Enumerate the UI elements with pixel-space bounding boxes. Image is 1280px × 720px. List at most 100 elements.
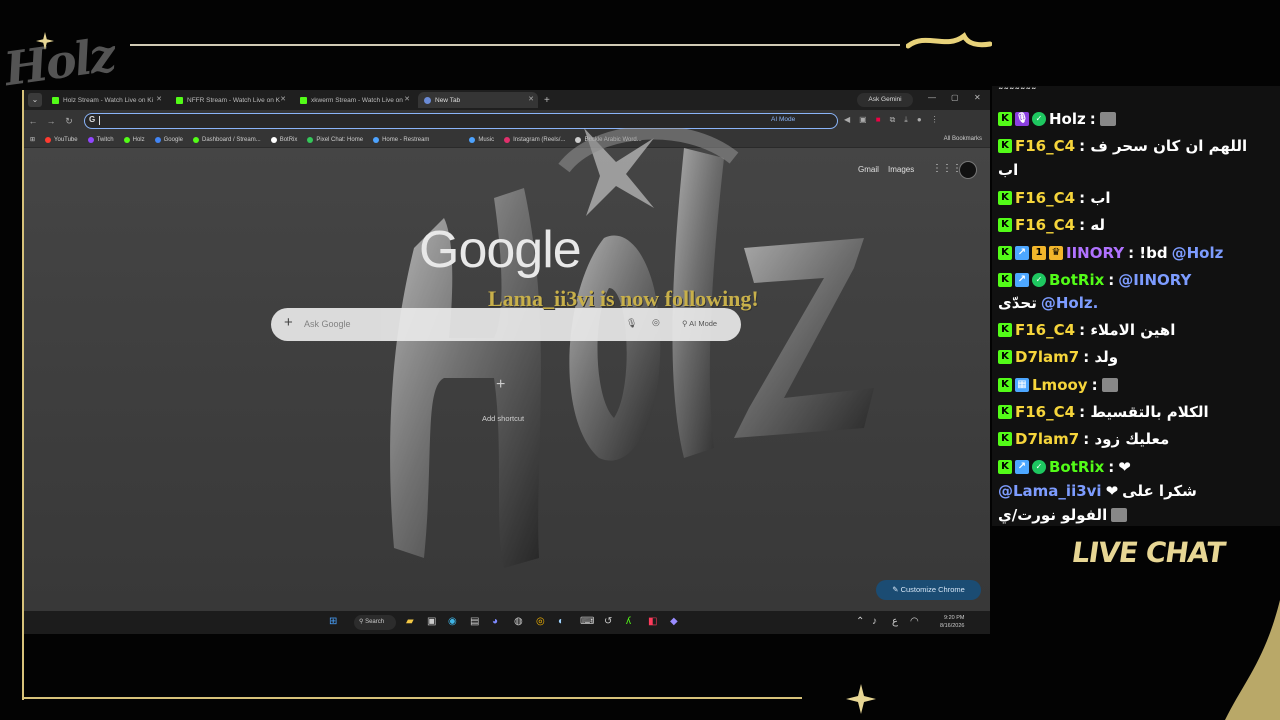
- close-icon[interactable]: ✕: [528, 95, 534, 103]
- all-bookmarks[interactable]: All Bookmarks: [944, 136, 982, 142]
- screenshot-icon[interactable]: ▣: [859, 115, 867, 125]
- extensions-icon[interactable]: ⧉: [890, 115, 896, 125]
- bookmark-twitch[interactable]: Twitch: [87, 136, 114, 143]
- kick-badge-icon: K: [998, 273, 1012, 287]
- bookmark-botrix[interactable]: BotRix: [270, 136, 297, 143]
- live-chat-panel: ˜˜˜˜˜˜˜ K 🎙 ✓ Holz : K F16_C4 : اللهم ان…: [992, 86, 1280, 526]
- bookmark-dashboard[interactable]: Dashboard / Stream...: [193, 136, 261, 143]
- ai-mode-button[interactable]: ⚲ AI Mode: [682, 319, 717, 328]
- omnibox-ai-mode-button[interactable]: AI Mode: [771, 116, 795, 123]
- chat-username[interactable]: Lmooy: [1032, 376, 1088, 394]
- chat-username[interactable]: BotRix: [1049, 458, 1104, 476]
- mic-icon[interactable]: 🎙: [626, 318, 637, 329]
- menu-icon[interactable]: ⋮: [931, 115, 939, 125]
- chat-username[interactable]: F16_C4: [1015, 137, 1075, 155]
- chat-mention[interactable]: @Holz: [1172, 244, 1224, 262]
- ask-gemini-button[interactable]: Ask Gemini: [857, 93, 913, 107]
- chat-message: K F16_C4 : اللهم ان كان سحر ف: [998, 137, 1247, 155]
- tab-new-tab[interactable]: New Tab ✕: [418, 92, 538, 108]
- add-shortcut-label[interactable]: Add shortcut: [482, 414, 524, 423]
- tab-holz-stream[interactable]: Holz Stream - Watch Live on Ki ✕: [46, 92, 166, 108]
- gmail-link[interactable]: Gmail: [858, 165, 879, 174]
- tray-chevron-icon[interactable]: ⌃: [856, 616, 864, 627]
- calculator-icon[interactable]: ▤: [470, 616, 479, 627]
- taskbar-search[interactable]: ⚲ Search: [354, 615, 396, 630]
- chat-username[interactable]: F16_C4: [1015, 216, 1075, 234]
- tab-xkwerm-stream[interactable]: xkwerm Stream - Watch Live on ✕: [294, 92, 414, 108]
- bookmark-youtube[interactable]: YouTube: [45, 136, 78, 143]
- kick-taskbar-icon[interactable]: ʎ: [626, 616, 631, 627]
- chat-username[interactable]: F16_C4: [1015, 403, 1075, 421]
- steam-icon[interactable]: ◐: [558, 616, 564, 627]
- add-icon[interactable]: +: [284, 314, 293, 331]
- chrome-taskbar-icon[interactable]: ◎: [536, 616, 545, 627]
- lens-icon[interactable]: ◎: [652, 317, 660, 328]
- reload-icon[interactable]: ↻: [60, 116, 78, 127]
- chat-username[interactable]: IINORY: [1066, 244, 1124, 262]
- language-icon[interactable]: ع: [892, 616, 898, 627]
- app-diamond-icon[interactable]: ◆: [670, 616, 678, 627]
- kick-badge-icon: K: [998, 378, 1012, 392]
- crown-badge-icon: ♛: [1049, 246, 1063, 260]
- chat-message-continuation: اب: [998, 161, 1018, 179]
- maximize-icon[interactable]: ▢: [951, 93, 959, 102]
- chat-mention[interactable]: @Holz.: [1041, 294, 1098, 312]
- swoosh-decoration: [906, 32, 992, 49]
- close-icon[interactable]: ✕: [404, 95, 410, 103]
- chat-text: اب: [998, 161, 1019, 179]
- chat-username[interactable]: D7lam7: [1015, 348, 1079, 366]
- customize-chrome-button[interactable]: ✎ Customize Chrome: [876, 580, 981, 600]
- taskbar-clock[interactable]: 9:20 PM 8/16/2026: [940, 614, 964, 630]
- download-icon[interactable]: ⤓: [904, 115, 908, 125]
- new-tab-button[interactable]: +: [544, 95, 550, 106]
- keyboard-icon[interactable]: ⌨: [580, 616, 594, 627]
- chat-username[interactable]: Holz: [1049, 110, 1086, 128]
- file-explorer-icon[interactable]: ▰: [406, 616, 414, 627]
- bookmark-google[interactable]: Google: [154, 136, 183, 143]
- close-window-icon[interactable]: ✕: [974, 93, 981, 102]
- discord-icon[interactable]: ◕: [492, 616, 498, 627]
- new-tab-page: Gmail Images ⋮⋮⋮ Google + Ask Google 🎙 ◎…: [24, 128, 990, 611]
- close-icon[interactable]: ✕: [280, 95, 286, 103]
- emote-image: [1101, 378, 1118, 392]
- mic-tray-icon[interactable]: ♪: [872, 616, 877, 627]
- kick-badge-icon: K: [998, 405, 1012, 419]
- chat-scroll-indicator: ˜˜˜˜˜˜˜: [998, 86, 1037, 99]
- edge-icon[interactable]: ◉: [448, 616, 457, 627]
- google-apps-icon[interactable]: ⋮⋮⋮: [932, 163, 962, 174]
- windows-start-icon[interactable]: ⊞: [329, 616, 337, 627]
- record-icon[interactable]: ■: [876, 115, 881, 125]
- recording-icon[interactable]: ◧: [648, 616, 657, 627]
- back-icon[interactable]: ←: [24, 116, 42, 126]
- windows-taskbar: ⊞ ⚲ Search ▰ ▣ ◉ ▤ ◕ ◍ ◎ ◐ ⌨ ↺ ʎ ◧ ◆ ⌃ ♪…: [24, 611, 990, 634]
- kick-icon: [176, 96, 183, 104]
- close-icon[interactable]: ✕: [156, 95, 162, 103]
- gift-badge-icon: 1: [1032, 246, 1046, 260]
- app-icon[interactable]: ↺: [604, 616, 612, 627]
- profile-icon[interactable]: ●: [917, 115, 922, 125]
- emote-image: [1099, 112, 1116, 126]
- heart-icon: ❤: [1118, 458, 1131, 476]
- images-link[interactable]: Images: [888, 165, 914, 174]
- chat-username[interactable]: F16_C4: [1015, 321, 1075, 339]
- chat-mention[interactable]: @IINORY: [1118, 271, 1191, 289]
- tab-nffr-stream[interactable]: NFFR Stream - Watch Live on K ✕: [170, 92, 290, 108]
- minimize-icon[interactable]: —: [928, 93, 936, 102]
- store-icon[interactable]: ▣: [427, 616, 436, 627]
- profile-avatar[interactable]: [959, 161, 977, 179]
- wifi-icon[interactable]: ◠: [910, 616, 919, 627]
- chat-username[interactable]: BotRix: [1049, 271, 1104, 289]
- search-box[interactable]: + Ask Google 🎙 ◎ ⚲ AI Mode: [271, 308, 741, 341]
- mute-icon[interactable]: ◀: [844, 115, 850, 125]
- chat-mention[interactable]: @Lama_ii3vi: [998, 482, 1102, 500]
- chat-message: K ▦ Lmooy :: [998, 376, 1118, 394]
- apps-grid-icon[interactable]: ⊞: [30, 136, 35, 143]
- chat-username[interactable]: F16_C4: [1015, 189, 1075, 207]
- obs-icon[interactable]: ◍: [514, 616, 523, 627]
- forward-icon[interactable]: →: [42, 116, 60, 126]
- chat-username[interactable]: D7lam7: [1015, 430, 1079, 448]
- add-shortcut-icon[interactable]: +: [496, 376, 505, 394]
- bookmark-holz[interactable]: Holz: [123, 136, 145, 143]
- address-bar[interactable]: G AI Mode: [84, 113, 838, 129]
- tab-search-button[interactable]: ⌄: [28, 93, 42, 107]
